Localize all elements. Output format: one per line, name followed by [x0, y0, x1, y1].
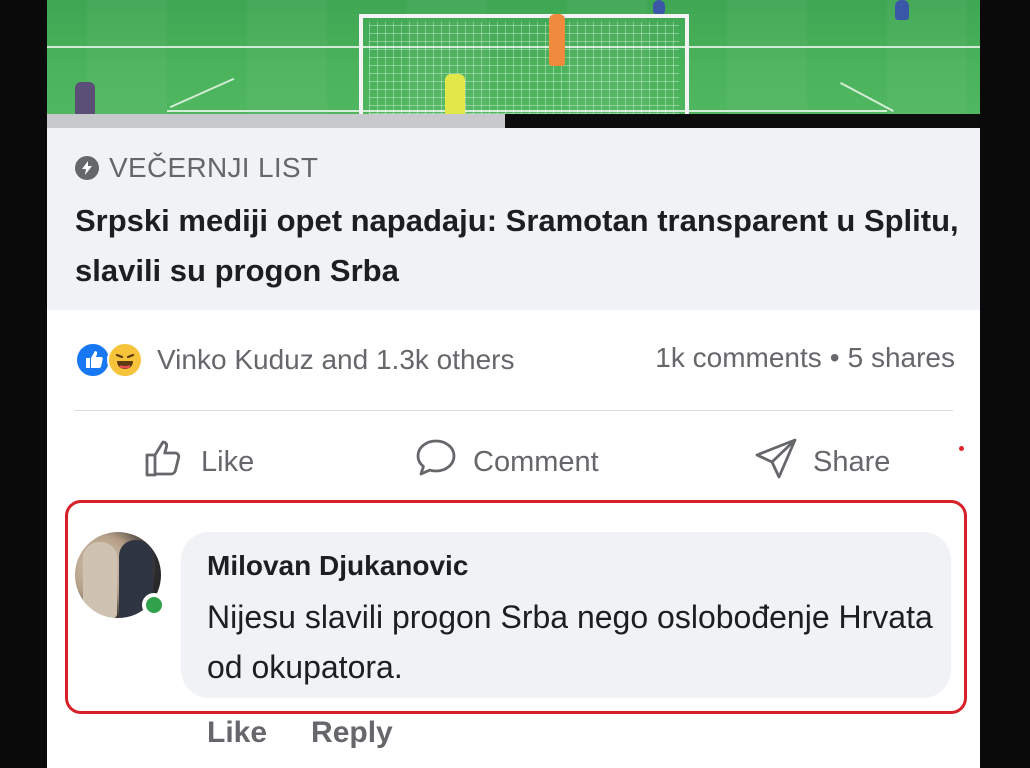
stadium-ad-board [47, 114, 505, 128]
thumbs-up-icon [141, 435, 187, 489]
goal-frame [359, 14, 689, 114]
comments-count[interactable]: 1k comments [655, 342, 822, 373]
right-black-border [980, 0, 1030, 768]
link-source: VEČERNJI LIST [75, 152, 318, 184]
goalkeeper-figure [549, 14, 565, 66]
send-icon [753, 435, 799, 489]
reactions-row: Vinko Kuduz and 1.3k others 1k comments •… [75, 338, 955, 382]
reaction-names[interactable]: Vinko Kuduz and 1.3k others [157, 344, 515, 376]
comment-author[interactable]: Milovan Djukanovic [207, 550, 468, 582]
player-figure [653, 0, 665, 14]
divider [75, 410, 953, 411]
online-status-dot [142, 593, 166, 617]
avatar-person [83, 542, 117, 618]
engagement-counts: 1k comments • 5 shares [655, 342, 955, 374]
speech-bubble-icon [413, 435, 459, 489]
like-label: Like [201, 445, 255, 478]
link-preview-image[interactable] [47, 0, 980, 128]
comment-button[interactable]: Comment [413, 438, 599, 486]
left-black-border [0, 0, 47, 768]
like-button[interactable]: Like [141, 438, 254, 486]
comment-like-button[interactable]: Like [207, 716, 267, 750]
dot-separator: • [829, 342, 840, 373]
red-dot-marker [959, 446, 964, 451]
haha-reaction-icon [107, 342, 143, 378]
facebook-post: VEČERNJI LIST Srpski mediji opet napadaj… [47, 0, 980, 768]
player-figure [895, 0, 909, 20]
like-reaction-icon [75, 342, 111, 378]
shares-count[interactable]: 5 shares [848, 342, 955, 373]
share-label: Share [813, 445, 891, 478]
comment-actions: Like Reply [207, 716, 393, 750]
comment-reply-button[interactable]: Reply [311, 716, 393, 750]
reaction-icons[interactable] [75, 340, 151, 380]
preview-dark-band [505, 114, 980, 128]
source-name: VEČERNJI LIST [109, 152, 319, 183]
link-headline[interactable]: Srpski mediji opet napadaju: Sramotan tr… [75, 196, 965, 296]
post-actions: Like Comment Share [47, 432, 980, 492]
comment-label: Comment [473, 445, 599, 478]
comment-text: Nijesu slavili progon Srba nego oslobođe… [207, 599, 933, 685]
bolt-icon [75, 156, 99, 180]
share-button[interactable]: Share [753, 438, 890, 486]
